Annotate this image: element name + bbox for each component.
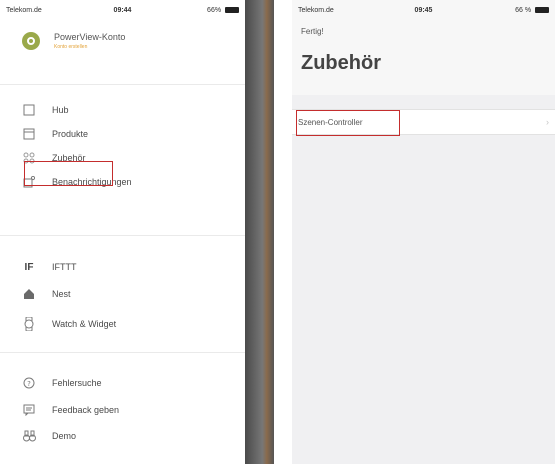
menu-item-produkte[interactable]: Produkte: [22, 122, 88, 146]
left-phone-screen: Telekom.de 09:44 66% PowerView-Konto Kon…: [0, 0, 274, 464]
menu-item-hub[interactable]: Hub: [22, 98, 69, 122]
feedback-icon: [22, 403, 36, 417]
menu-item-label: Feedback geben: [52, 405, 120, 415]
divider: [0, 84, 245, 85]
account-section[interactable]: PowerView-Konto Konto erstellen: [22, 32, 125, 50]
watch-icon: [22, 317, 36, 331]
divider: [0, 352, 245, 353]
square-icon: [22, 103, 36, 117]
menu-item-label: Hub: [52, 105, 69, 115]
menu-item-label: Produkte: [52, 129, 89, 139]
menu-item-watch-widget[interactable]: Watch & Widget: [22, 312, 116, 336]
svg-text:?: ?: [27, 380, 31, 388]
chevron-right-icon: ›: [546, 117, 549, 127]
battery-icon: [535, 6, 550, 13]
navigation-drawer: Telekom.de 09:44 66% PowerView-Konto Kon…: [0, 0, 245, 464]
dimmed-background[interactable]: [245, 0, 274, 464]
right-phone-screen: Telekom.de 09:45 66 % Fertig! Zubehör Sz…: [292, 0, 555, 464]
create-account-link[interactable]: Konto erstellen: [54, 44, 125, 50]
status-bar: Telekom.de 09:45 66 %: [292, 0, 555, 20]
battery-icon: [225, 6, 240, 13]
clock: 09:45: [414, 6, 433, 14]
menu-item-label: Demo: [52, 431, 77, 441]
menu-item-demo[interactable]: Demo: [22, 424, 76, 448]
help-icon: ?: [22, 376, 36, 390]
menu-item-nest[interactable]: Nest: [22, 282, 71, 306]
carrier-label: Telekom.de: [6, 6, 42, 14]
carrier-label: Telekom.de: [298, 6, 334, 14]
highlight-box-szenen-controller: [296, 110, 400, 136]
account-title: PowerView-Konto: [54, 32, 126, 42]
menu-item-feedback[interactable]: Feedback geben: [22, 398, 119, 422]
menu-item-label: Fehlersuche: [52, 378, 102, 388]
battery-percent: 66%: [207, 6, 222, 14]
divider: [0, 235, 245, 236]
menu-item-fehlersuche[interactable]: ? Fehlersuche: [22, 371, 102, 395]
page-title: Zubehör: [301, 52, 381, 74]
done-button[interactable]: Fertig!: [301, 27, 324, 36]
menu-item-label: IFTTT: [52, 262, 77, 272]
powerview-logo-icon: [22, 32, 40, 50]
menu-item-label: Watch & Widget: [52, 319, 117, 329]
status-bar: Telekom.de 09:44 66%: [0, 0, 245, 20]
product-icon: [22, 127, 36, 141]
ifttt-icon: IF: [24, 261, 34, 273]
battery-indicator: 66 %: [465, 6, 550, 14]
highlight-box-zubehoer: [24, 161, 113, 186]
menu-item-ifttt[interactable]: IF IFTTT: [22, 255, 77, 279]
battery-percent: 66 %: [515, 6, 532, 14]
battery-indicator: 66%: [161, 6, 240, 14]
binoculars-icon: [22, 429, 36, 443]
home-icon: [22, 287, 36, 301]
clock: 09:44: [113, 6, 132, 14]
menu-item-label: Nest: [52, 289, 71, 299]
